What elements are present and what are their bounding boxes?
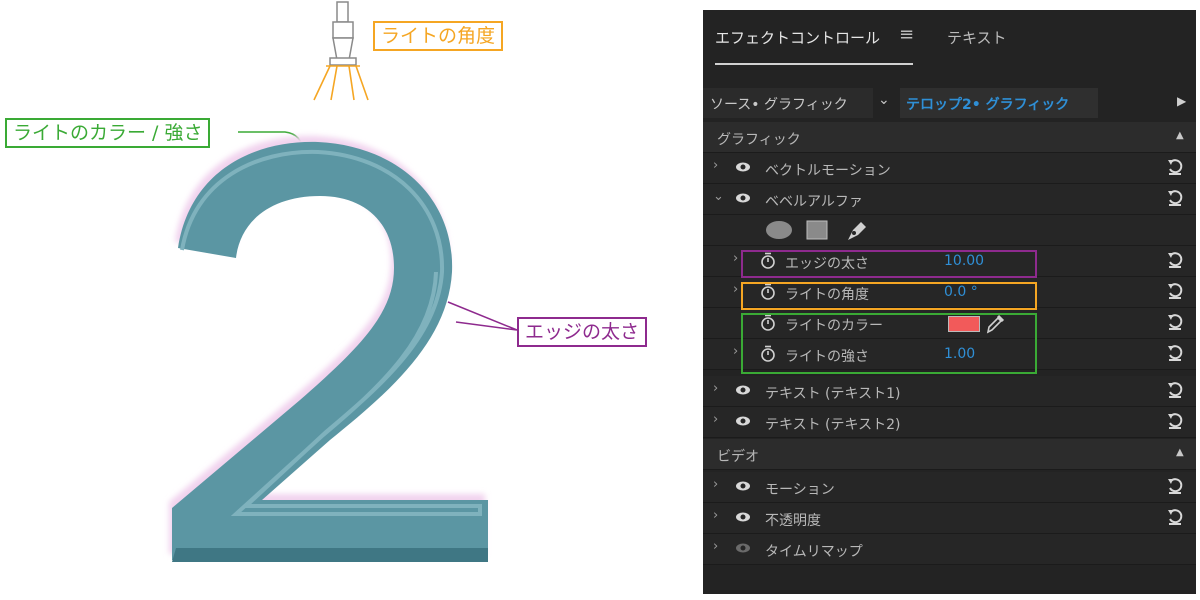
tab-text[interactable]: テキスト xyxy=(947,27,1007,48)
tab-menu-icon[interactable]: ≡ xyxy=(899,24,914,45)
expand-right-icon[interactable]: › xyxy=(713,412,718,427)
reset-icon[interactable] xyxy=(1166,412,1184,430)
canvas-area: 2 ライトの角度 ライトのカラー / 強さ エッジの太さ xyxy=(0,0,700,600)
eye-icon[interactable] xyxy=(735,159,751,175)
tab-effect-controls[interactable]: エフェクトコントロール xyxy=(715,27,880,48)
collapse-up-icon[interactable]: ▲ xyxy=(1176,130,1184,141)
glyph-char: 2 xyxy=(0,0,10,4)
reset-icon[interactable] xyxy=(1166,282,1184,300)
reset-icon[interactable] xyxy=(1166,381,1184,399)
light-angle-callout: ライトの角度 xyxy=(373,21,504,51)
source-selector[interactable]: ソース• グラフィック xyxy=(703,88,873,118)
effect-opacity-label: 不透明度 xyxy=(765,513,821,529)
expand-right-icon[interactable]: › xyxy=(713,508,718,523)
expand-right-icon[interactable]: › xyxy=(713,477,718,492)
collapse-up-icon[interactable]: ▲ xyxy=(1176,447,1184,458)
chevron-down-icon[interactable]: ⌄ xyxy=(878,92,890,108)
effect-text-1[interactable]: › テキスト (テキスト1) xyxy=(703,376,1196,407)
effect-bevel-alpha-label: ベベルアルファ xyxy=(765,194,863,210)
source-label: ソース• グラフィック xyxy=(710,97,848,113)
effect-time-remap[interactable]: › タイムリマップ xyxy=(703,534,1196,565)
ellipse-mask-icon[interactable] xyxy=(765,220,793,240)
light-angle-highlight xyxy=(741,282,1037,310)
effect-vector-motion[interactable]: › ベクトルモーション xyxy=(703,153,1196,184)
play-triangle-icon[interactable]: ▶ xyxy=(1177,94,1186,108)
eye-icon[interactable] xyxy=(735,190,751,206)
edge-callout-leader xyxy=(447,301,518,331)
effect-opacity[interactable]: › 不透明度 xyxy=(703,503,1196,534)
eye-icon[interactable] xyxy=(735,509,751,525)
effect-text-2[interactable]: › テキスト (テキスト2) xyxy=(703,407,1196,438)
eye-icon[interactable] xyxy=(735,478,751,494)
source-bar: ソース• グラフィック ⌄ テロップ2• グラフィック ▶ xyxy=(703,88,1196,118)
expand-right-icon[interactable]: › xyxy=(713,539,718,554)
mask-tools-row xyxy=(703,215,1196,246)
effect-bevel-alpha[interactable]: ⌄ ベベルアルファ xyxy=(703,184,1196,215)
effect-motion[interactable]: › モーション xyxy=(703,472,1196,503)
expand-right-icon[interactable]: › xyxy=(713,381,718,396)
reset-icon[interactable] xyxy=(1166,189,1184,207)
light-rays-icon xyxy=(313,65,369,101)
effect-time-remap-label: タイムリマップ xyxy=(765,544,863,560)
edge-thickness-highlight xyxy=(741,250,1037,278)
edge-thickness-callout: エッジの太さ xyxy=(517,317,648,347)
reset-icon[interactable] xyxy=(1166,251,1184,269)
spotlight-icon xyxy=(329,1,357,66)
eye-icon[interactable] xyxy=(735,382,751,398)
section-video-label: ビデオ xyxy=(717,449,759,465)
light-color-callout: ライトのカラー / 強さ xyxy=(5,118,211,148)
bevel-glyph xyxy=(169,135,488,562)
effect-vector-motion-label: ベクトルモーション xyxy=(765,163,891,179)
light-color-intensity-highlight xyxy=(741,313,1037,374)
panel-tab-bar: エフェクトコントロール ≡ テキスト xyxy=(703,10,1196,70)
expand-right-icon[interactable]: › xyxy=(733,344,738,359)
active-tab-indicator xyxy=(715,63,913,65)
source-target-label: テロップ2• グラフィック xyxy=(906,97,1070,113)
expand-right-icon[interactable]: › xyxy=(713,158,718,173)
reset-icon[interactable] xyxy=(1166,344,1184,362)
effect-text-1-label: テキスト (テキスト1) xyxy=(765,386,901,402)
eye-icon[interactable] xyxy=(735,540,751,556)
section-graphic[interactable]: グラフィック ▲ xyxy=(703,122,1196,153)
reset-icon[interactable] xyxy=(1166,313,1184,331)
section-video[interactable]: ビデオ ▲ xyxy=(703,439,1196,470)
section-graphic-label: グラフィック xyxy=(717,132,801,148)
expand-right-icon[interactable]: › xyxy=(733,282,738,297)
effect-text-2-label: テキスト (テキスト2) xyxy=(765,417,901,433)
rectangle-mask-icon[interactable] xyxy=(806,220,828,240)
pen-mask-icon[interactable] xyxy=(845,219,869,241)
reset-icon[interactable] xyxy=(1166,477,1184,495)
expand-down-icon[interactable]: ⌄ xyxy=(713,189,724,204)
effect-motion-label: モーション xyxy=(765,482,835,498)
reset-icon[interactable] xyxy=(1166,158,1184,176)
reset-icon[interactable] xyxy=(1166,508,1184,526)
canvas-graphics: 2 xyxy=(0,0,518,562)
source-target[interactable]: テロップ2• グラフィック xyxy=(900,88,1098,118)
eye-icon[interactable] xyxy=(735,413,751,429)
expand-right-icon[interactable]: › xyxy=(733,251,738,266)
